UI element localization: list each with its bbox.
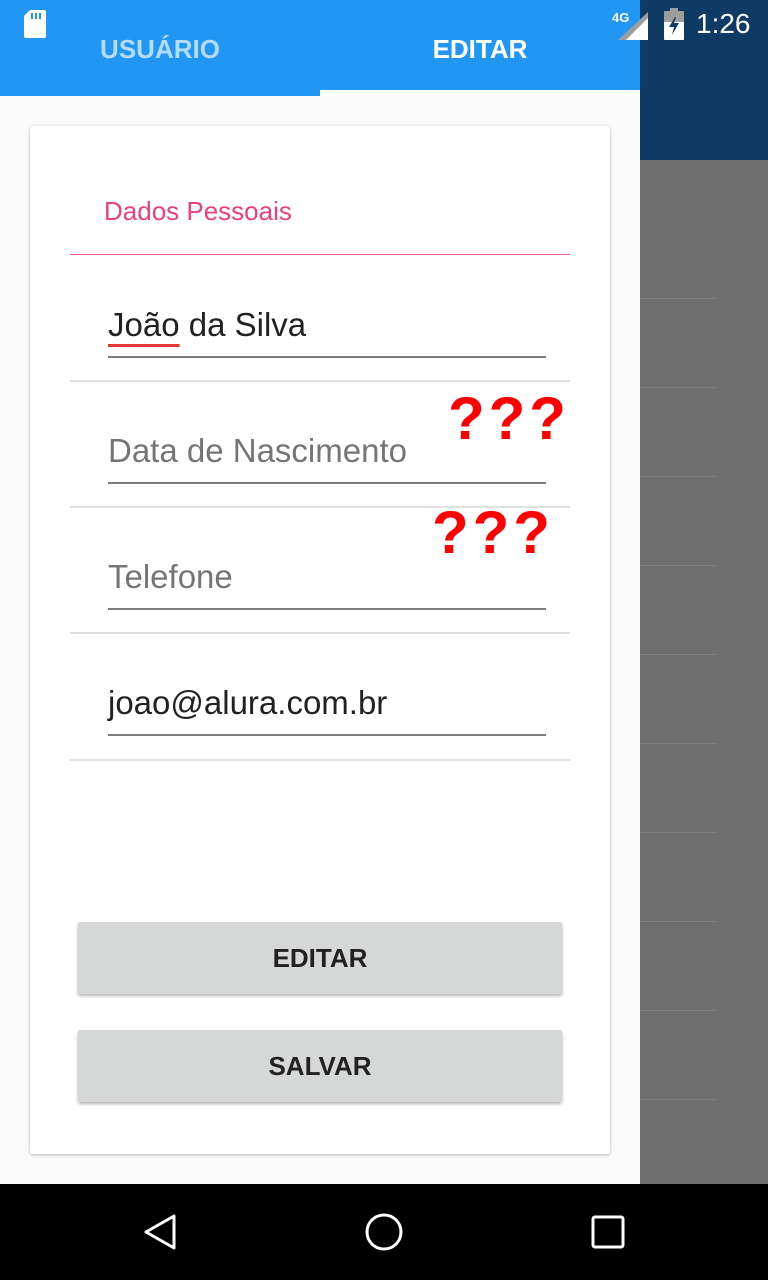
list-divider [640, 654, 716, 655]
row-divider [70, 759, 570, 761]
sd-card-icon [24, 10, 46, 38]
tab-indicator [320, 90, 640, 96]
email-field[interactable]: joao@alura.com.br [108, 664, 546, 736]
list-divider [640, 1010, 716, 1011]
back-icon[interactable] [138, 1210, 182, 1254]
clock: 1:26 [696, 8, 751, 39]
status-bar: 4G 1:26 [0, 0, 768, 48]
list-divider [640, 921, 716, 922]
section-title: Dados Pessoais [104, 196, 292, 226]
phone-placeholder: Telefone [108, 558, 233, 595]
navigation-drawer: USUÁRIO EDITAR Dados Pessoais João da Si… [0, 0, 640, 1184]
signal-icon [618, 12, 648, 40]
annotation-question-marks: ??? [448, 385, 570, 452]
save-button[interactable]: SALVAR [78, 1030, 562, 1102]
name-rest: da Silva [179, 306, 307, 343]
edit-button[interactable]: EDITAR [78, 922, 562, 994]
list-divider [640, 565, 716, 566]
section-divider [70, 254, 570, 255]
name-first-word: João [108, 306, 180, 343]
name-field[interactable]: João da Silva [108, 286, 546, 358]
email-value: joao@alura.com.br [108, 684, 388, 721]
background-list [640, 160, 768, 1184]
list-divider [640, 387, 716, 388]
name-value: João da Silva [108, 306, 306, 344]
navigation-bar [0, 1184, 768, 1280]
home-icon[interactable] [362, 1210, 406, 1254]
recents-icon[interactable] [586, 1210, 630, 1254]
row-divider [70, 632, 570, 634]
birth-date-placeholder: Data de Nascimento [108, 432, 407, 469]
annotation-question-marks: ??? [432, 499, 554, 566]
list-divider [640, 1099, 716, 1100]
battery-icon [664, 8, 684, 40]
row-divider [70, 380, 570, 382]
list-divider [640, 476, 716, 477]
list-divider [640, 832, 716, 833]
list-divider [640, 298, 716, 299]
list-divider [640, 743, 716, 744]
personal-data-card: Dados Pessoais João da Silva Data de Nas… [30, 126, 610, 1154]
